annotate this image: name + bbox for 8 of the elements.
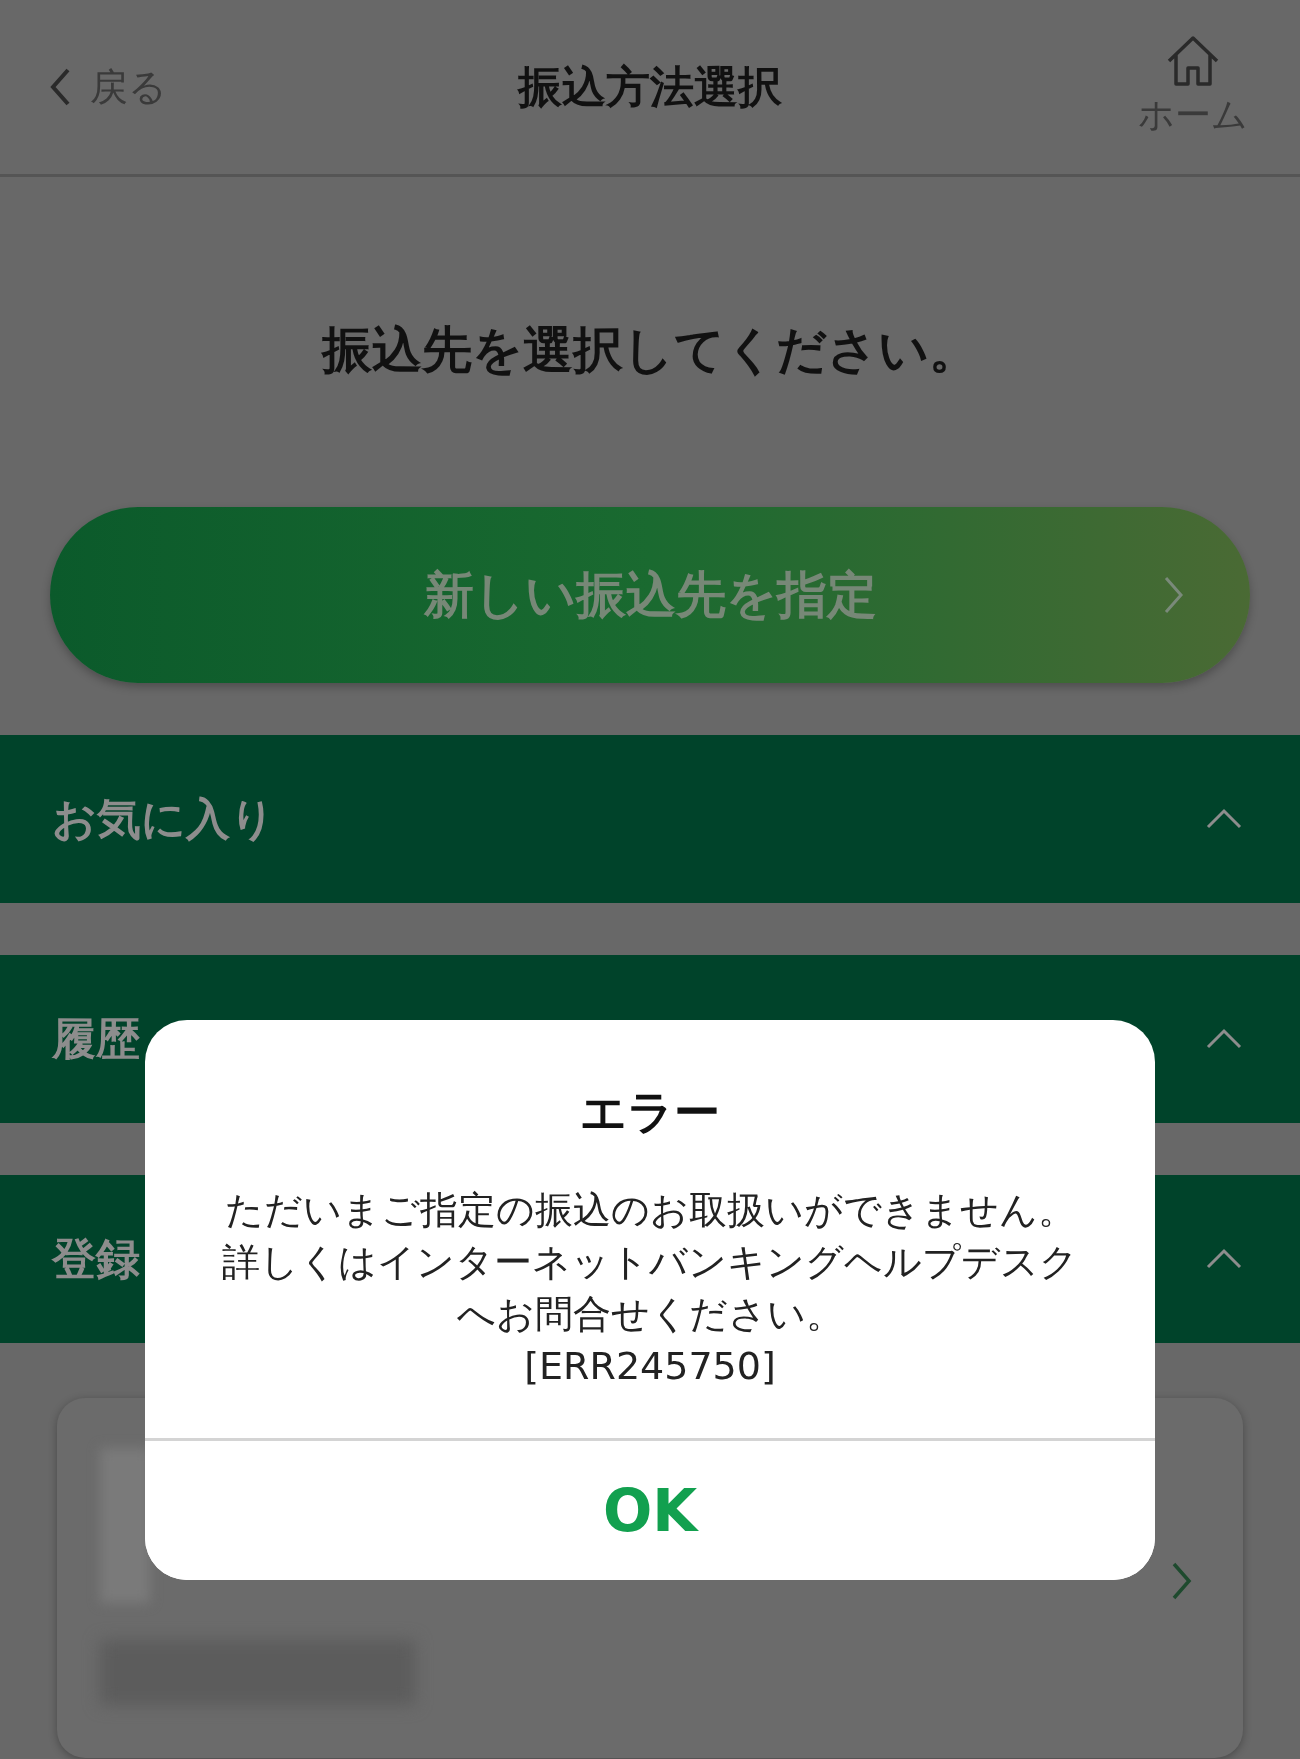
instruction-text: 振込先を選択してください。 [320, 320, 980, 381]
error-code: [ERR245750] [523, 1343, 777, 1390]
error-message: ただいまご指定の振込のお取扱いができません。詳しくはインターネットバンキングヘルプデスクへお問合せください。 [221, 1187, 1079, 1338]
section-title: 履歴 [52, 1011, 140, 1066]
section-title: 登録 [52, 1231, 140, 1286]
dialog-title: エラー [579, 1084, 721, 1141]
section-title: お気に入り [52, 791, 275, 846]
screen-title: 振込方法選択 [516, 59, 783, 114]
